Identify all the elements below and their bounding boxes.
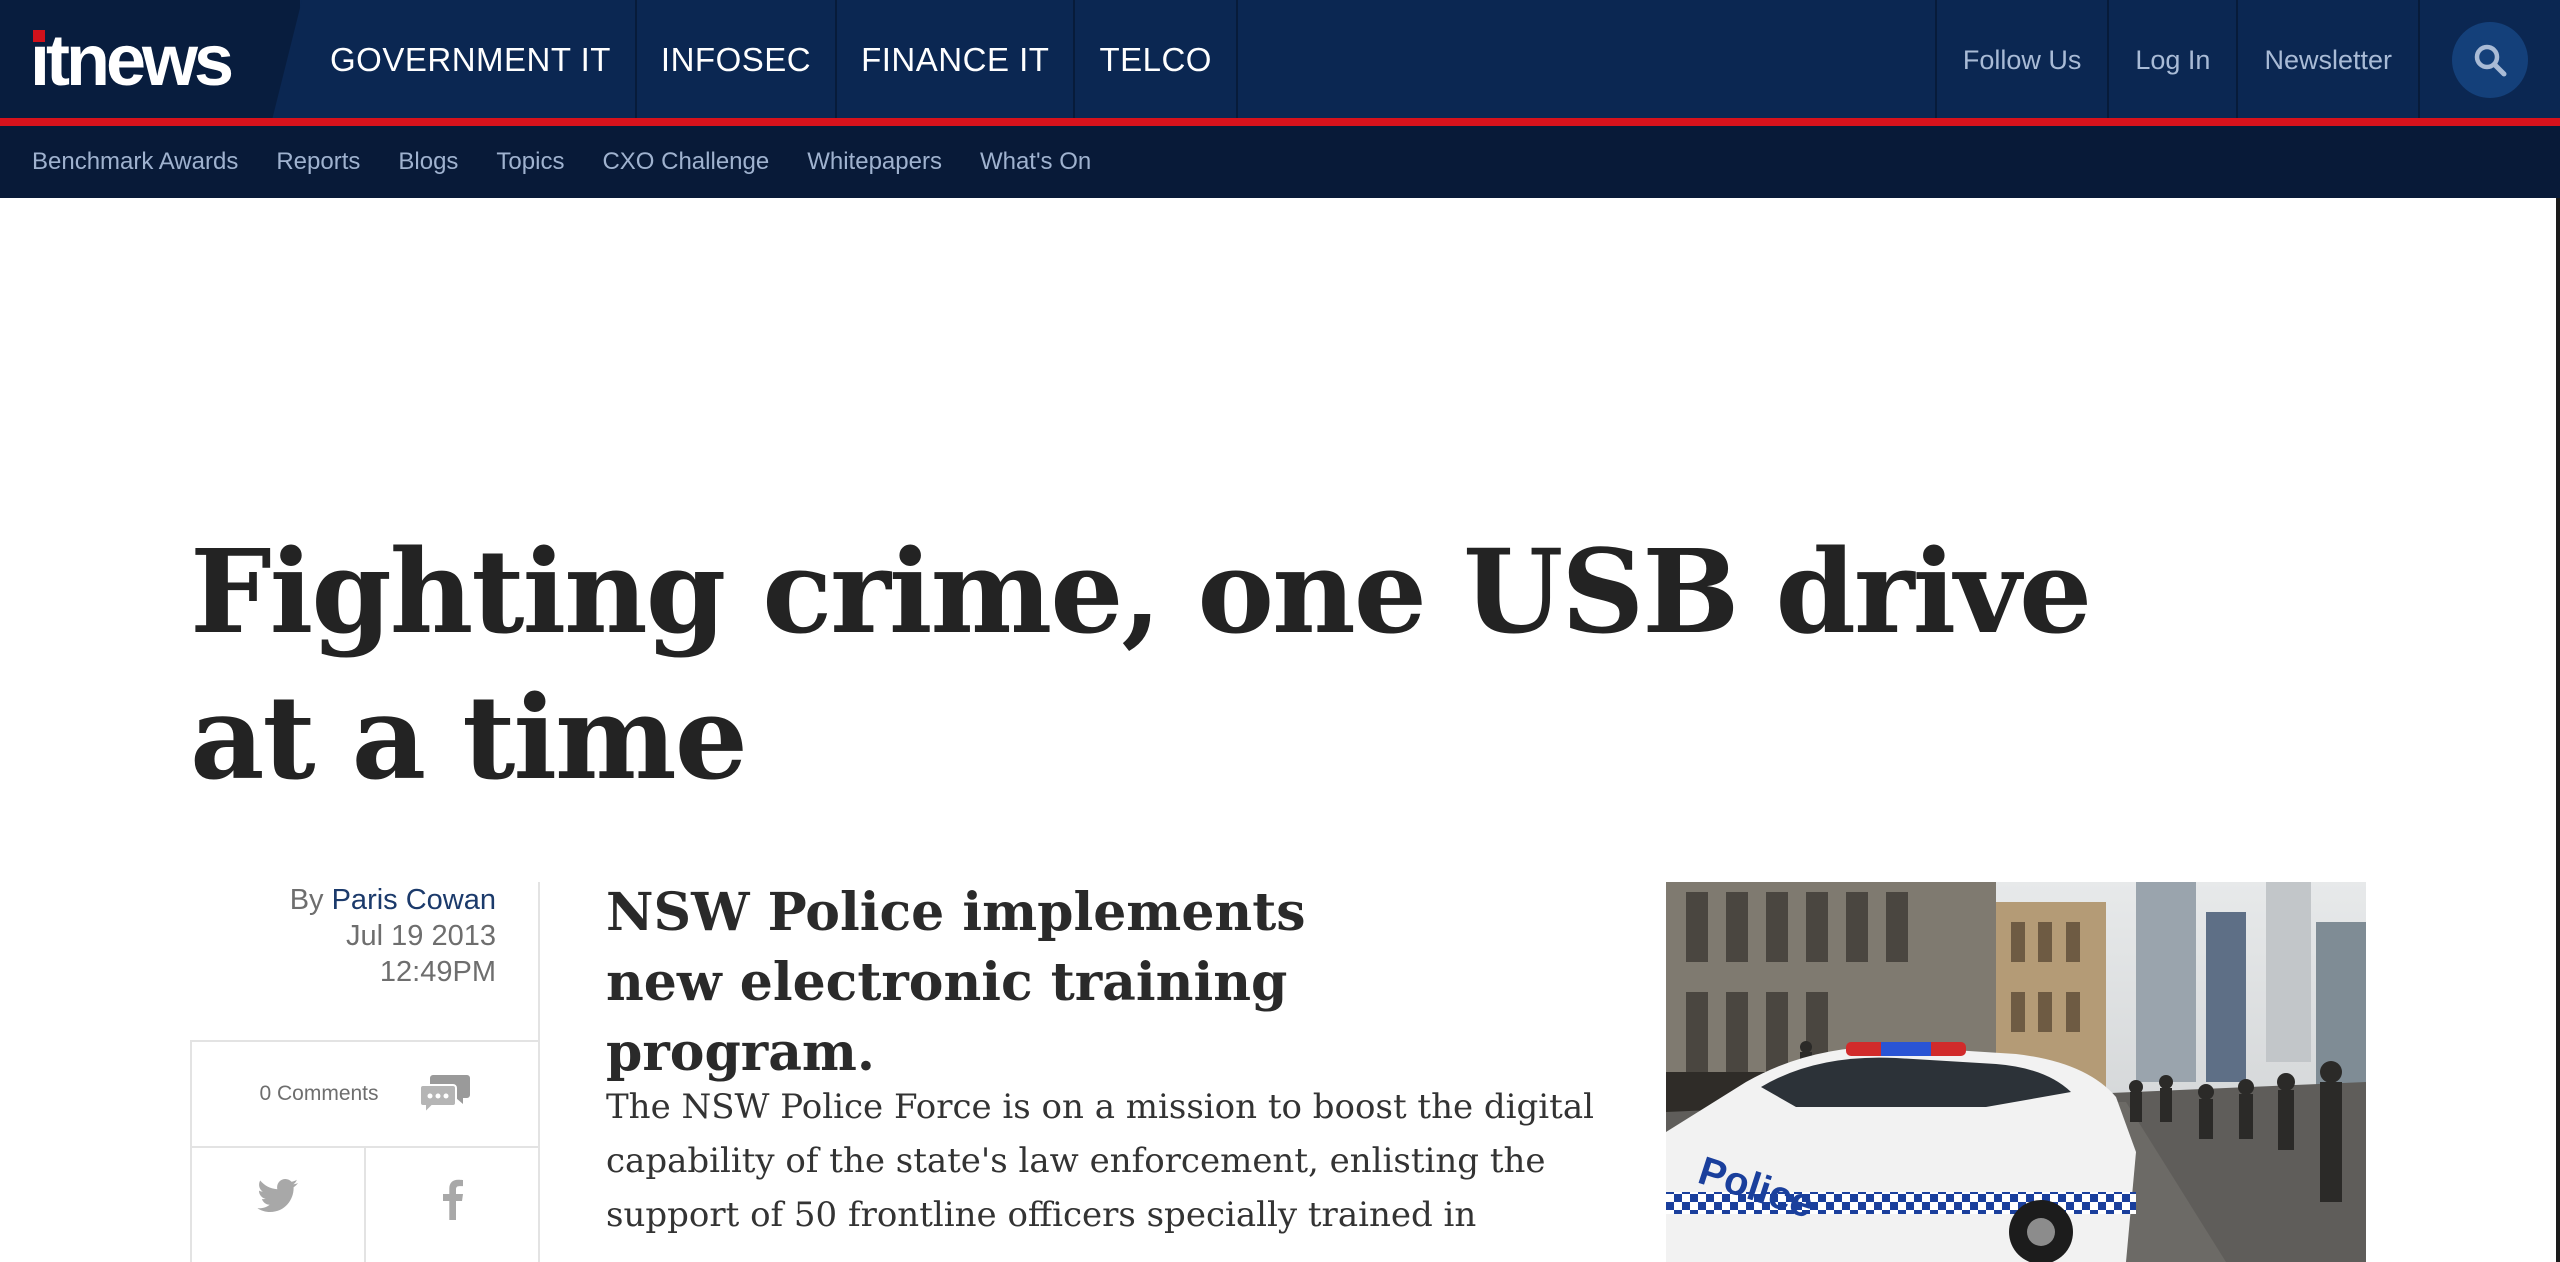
article-body: The NSW Police Force is on a mission to … [606, 1087, 1594, 1235]
article-subheading: NSW Police implements new electronic tra… [606, 882, 1306, 1083]
window-edge [2556, 198, 2560, 1262]
publish-time: 12:49PM [379, 956, 496, 988]
publish-date: Jul 19 2013 [346, 920, 496, 952]
subnav-reports[interactable]: Reports [276, 148, 360, 176]
site-logo[interactable]: itnews [30, 16, 234, 106]
share-facebook-button[interactable] [364, 1148, 538, 1262]
nav-finance-it[interactable]: FINANCE IT [837, 0, 1076, 120]
article-title: Fighting crime, one USB drive at a time [190, 525, 2092, 806]
search-button-cell [2418, 0, 2560, 120]
comments-count: 0 Comments [259, 1082, 379, 1105]
author-line: By Paris Cowan [190, 882, 496, 918]
nav-infosec[interactable]: INFOSEC [637, 0, 838, 120]
sub-navigation: Benchmark Awards Reports Blogs Topics CX… [0, 126, 2560, 198]
nav-government-it[interactable]: GOVERNMENT IT [312, 0, 637, 120]
subnav-cxo-challenge[interactable]: CXO Challenge [602, 148, 769, 176]
share-box: 0 Comments [190, 1040, 540, 1262]
byline-prefix: By [289, 884, 324, 916]
newsletter-link[interactable]: Newsletter [2236, 0, 2418, 120]
main-nav: GOVERNMENT IT INFOSEC FINANCE IT TELCO [312, 0, 1238, 120]
subnav-whats-on[interactable]: What's On [980, 148, 1091, 176]
subnav-benchmark-awards[interactable]: Benchmark Awards [32, 148, 238, 176]
follow-us-link[interactable]: Follow Us [1934, 0, 2108, 120]
comments-icon [418, 1075, 470, 1115]
subnav-blogs[interactable]: Blogs [398, 148, 458, 176]
share-twitter-button[interactable] [192, 1148, 364, 1262]
facebook-icon [443, 1179, 463, 1220]
article-byline: By Paris Cowan Jul 19 2013 12:49PM [190, 882, 496, 990]
utility-nav: Follow Us Log In Newsletter [1934, 0, 2560, 120]
search-button[interactable] [2452, 22, 2528, 98]
nav-telco[interactable]: TELCO [1075, 0, 1238, 120]
social-share-row [192, 1148, 538, 1262]
subnav-topics[interactable]: Topics [496, 148, 564, 176]
logo-dot [33, 30, 45, 42]
subnav-whitepapers[interactable]: Whitepapers [807, 148, 942, 176]
log-in-link[interactable]: Log In [2107, 0, 2236, 120]
search-icon [2474, 44, 2507, 77]
accent-divider [0, 118, 2560, 126]
top-navigation-bar: itnews GOVERNMENT IT INFOSEC FINANCE IT … [0, 0, 2560, 120]
twitter-icon [257, 1179, 298, 1212]
author-link[interactable]: Paris Cowan [332, 884, 496, 916]
comments-link[interactable]: 0 Comments [192, 1042, 538, 1148]
logo-panel: itnews [0, 0, 302, 120]
article-image[interactable]: Police [1666, 882, 2366, 1262]
